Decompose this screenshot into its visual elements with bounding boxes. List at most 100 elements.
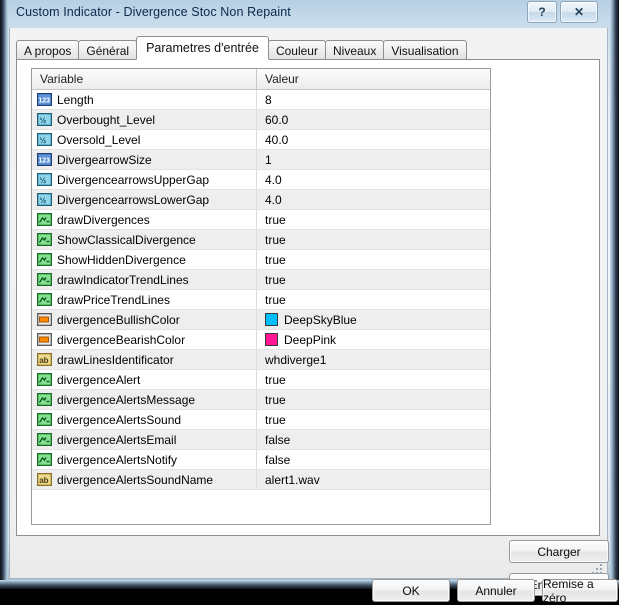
cell-value[interactable]: true: [257, 270, 490, 289]
window-right-edge: [610, 0, 619, 589]
table-row[interactable]: ½ DivergencearrowsUpperGap 4.0: [32, 170, 490, 190]
variable-value: true: [265, 372, 286, 387]
svg-text:123: 123: [38, 157, 50, 164]
variable-name: Overbought_Level: [57, 112, 156, 127]
cell-variable[interactable]: ShowHiddenDivergence: [32, 250, 257, 269]
close-icon[interactable]: ✕: [560, 1, 598, 23]
table-row[interactable]: divergenceAlertsNotify false: [32, 450, 490, 470]
annuler-button[interactable]: Annuler: [457, 579, 535, 602]
cell-variable[interactable]: divergenceAlertsSound: [32, 410, 257, 429]
double-type-icon: ½: [37, 192, 52, 207]
table-body: 123 Length 8 ½ Overbought_Level 60.0 ½ Oversold…: [32, 90, 490, 490]
help-icon[interactable]: ?: [527, 1, 557, 23]
cell-value[interactable]: 4.0: [257, 170, 490, 189]
variable-name: divergenceAlertsSound: [57, 412, 182, 427]
cell-value[interactable]: true: [257, 250, 490, 269]
table-row[interactable]: drawPriceTrendLines true: [32, 290, 490, 310]
cell-variable[interactable]: ½ DivergencearrowsUpperGap: [32, 170, 257, 189]
cell-value[interactable]: true: [257, 210, 490, 229]
cell-value[interactable]: false: [257, 450, 490, 469]
table-row[interactable]: divergenceAlert true: [32, 370, 490, 390]
cell-variable[interactable]: divergenceBullishColor: [32, 310, 257, 329]
cell-variable[interactable]: ½ Overbought_Level: [32, 110, 257, 129]
table-row[interactable]: divergenceAlertsSound true: [32, 410, 490, 430]
table-row[interactable]: drawIndicatorTrendLines true: [32, 270, 490, 290]
cell-variable[interactable]: ½ Oversold_Level: [32, 130, 257, 149]
cell-variable[interactable]: ½ DivergencearrowsLowerGap: [32, 190, 257, 209]
cell-variable[interactable]: 123 Length: [32, 90, 257, 109]
variable-value: DeepSkyBlue: [284, 312, 357, 327]
cell-variable[interactable]: ShowClassicalDivergence: [32, 230, 257, 249]
cell-value[interactable]: alert1.wav: [257, 470, 490, 489]
charger-button[interactable]: Charger: [509, 540, 609, 563]
variable-name: DivergearrowSize: [57, 152, 152, 167]
cell-variable[interactable]: drawPriceTrendLines: [32, 290, 257, 309]
variable-value: true: [265, 412, 286, 427]
ok-button[interactable]: OK: [372, 579, 450, 602]
cell-value[interactable]: true: [257, 390, 490, 409]
cell-value[interactable]: true: [257, 230, 490, 249]
cell-variable[interactable]: ab drawLinesIdentificator: [32, 350, 257, 369]
variable-name: Oversold_Level: [57, 132, 141, 147]
window-left-edge: [0, 0, 8, 589]
column-header-valeur[interactable]: Valeur: [257, 69, 490, 89]
cell-value[interactable]: true: [257, 370, 490, 389]
table-row[interactable]: divergenceAlertsEmail false: [32, 430, 490, 450]
cell-variable[interactable]: divergenceAlertsNotify: [32, 450, 257, 469]
table-row[interactable]: ½ Overbought_Level 60.0: [32, 110, 490, 130]
cell-value[interactable]: 8: [257, 90, 490, 109]
cell-variable[interactable]: divergenceAlert: [32, 370, 257, 389]
double-type-icon: ½: [37, 112, 52, 127]
cell-value[interactable]: DeepPink: [257, 330, 490, 349]
cell-value[interactable]: false: [257, 430, 490, 449]
cell-value[interactable]: true: [257, 290, 490, 309]
bool-type-icon: [37, 232, 52, 247]
color-type-icon: [37, 332, 52, 347]
resize-grip[interactable]: [592, 564, 604, 576]
variable-name: divergenceBearishColor: [57, 332, 186, 347]
table-row[interactable]: drawDivergences true: [32, 210, 490, 230]
table-row[interactable]: ½ Oversold_Level 40.0: [32, 130, 490, 150]
table-row[interactable]: 123 DivergearrowSize 1: [32, 150, 490, 170]
cell-variable[interactable]: divergenceBearishColor: [32, 330, 257, 349]
variable-name: divergenceAlertsSoundName: [57, 472, 214, 487]
svg-text:ab: ab: [39, 475, 48, 484]
table-row[interactable]: 123 Length 8: [32, 90, 490, 110]
table-row[interactable]: ½ DivergencearrowsLowerGap 4.0: [32, 190, 490, 210]
cell-value[interactable]: 60.0: [257, 110, 490, 129]
cell-variable[interactable]: divergenceAlertsMessage: [32, 390, 257, 409]
tab-parametres-d-entr-e[interactable]: Parametres d'entrée: [136, 36, 269, 60]
cell-variable[interactable]: drawDivergences: [32, 210, 257, 229]
table-row[interactable]: divergenceBearishColor DeepPink: [32, 330, 490, 350]
cell-value[interactable]: 1: [257, 150, 490, 169]
variable-value: true: [265, 232, 286, 247]
cell-value[interactable]: true: [257, 410, 490, 429]
tab-visualisation[interactable]: Visualisation: [383, 40, 467, 60]
table-row[interactable]: ab divergenceAlertsSoundName alert1.wav: [32, 470, 490, 490]
table-row[interactable]: divergenceBullishColor DeepSkyBlue: [32, 310, 490, 330]
cell-value[interactable]: 4.0: [257, 190, 490, 209]
cell-variable[interactable]: 123 DivergearrowSize: [32, 150, 257, 169]
tab-couleur[interactable]: Couleur: [267, 40, 326, 60]
column-header-variable[interactable]: Variable: [32, 69, 257, 89]
table-row[interactable]: ab drawLinesIdentificator whdiverge1: [32, 350, 490, 370]
title-bar[interactable]: Custom Indicator - Divergence Stoc Non R…: [8, 0, 610, 28]
cell-value[interactable]: DeepSkyBlue: [257, 310, 490, 329]
tab-a-propos[interactable]: A propos: [16, 40, 80, 60]
tab-g-n-ral[interactable]: Général: [78, 40, 138, 60]
tab-niveaux[interactable]: Niveaux: [324, 40, 385, 60]
cell-value[interactable]: 40.0: [257, 130, 490, 149]
table-row[interactable]: ShowHiddenDivergence true: [32, 250, 490, 270]
cell-value[interactable]: whdiverge1: [257, 350, 490, 369]
table-row[interactable]: ShowClassicalDivergence true: [32, 230, 490, 250]
cell-variable[interactable]: ab divergenceAlertsSoundName: [32, 470, 257, 489]
cell-variable[interactable]: drawIndicatorTrendLines: [32, 270, 257, 289]
parameters-table[interactable]: Variable Valeur 123 Length 8 ½ Overbought_Le…: [31, 68, 491, 525]
bool-type-icon: [37, 252, 52, 267]
cell-variable[interactable]: divergenceAlertsEmail: [32, 430, 257, 449]
svg-text:ab: ab: [39, 355, 48, 364]
help-glyph: ?: [538, 5, 546, 19]
remise-a-zero-button[interactable]: Remise a zéro: [542, 577, 618, 605]
double-type-icon: ½: [37, 132, 52, 147]
table-row[interactable]: divergenceAlertsMessage true: [32, 390, 490, 410]
